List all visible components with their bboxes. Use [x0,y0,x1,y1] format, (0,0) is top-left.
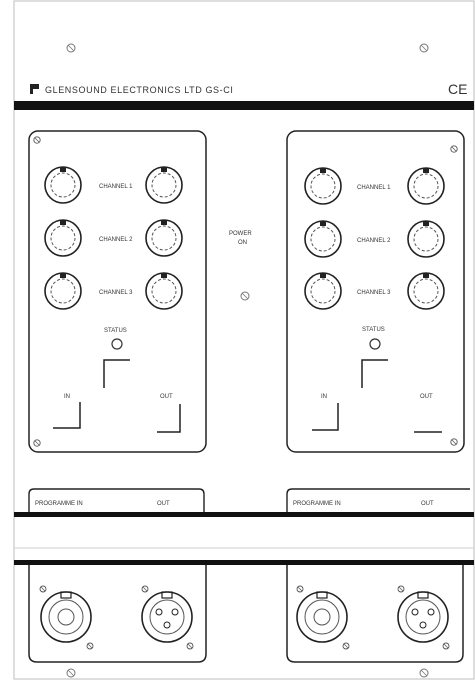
lower-divider-2 [14,560,474,565]
screw-icon [39,585,47,593]
left-out-bracket [157,404,181,433]
xlr-connector-icon [397,591,449,643]
right-in-bracket [312,403,339,431]
right-lower-label-1: PROGRAMME IN [293,501,341,507]
center-sublabel: ON [238,240,247,246]
screw-icon [296,585,304,593]
xlr-connector-icon [407,220,445,258]
left-row-3-label: CHANNEL 3 [99,290,133,296]
right-in-label: IN [321,394,327,400]
right-status-label: STATUS [362,327,385,333]
maker-label: GLENSOUND ELECTRONICS LTD GS-CI [45,85,233,95]
left-lower-label-2: OUT [157,501,170,507]
right-bottom-frame [286,565,464,663]
xlr-connector-icon [145,219,183,257]
screw-icon [86,642,94,650]
screw-icon [186,642,194,650]
screw-icon [419,668,429,678]
screw-icon [141,585,149,593]
screw-icon [66,668,76,678]
xlr-connector-icon [145,166,183,204]
xlr-connector-icon [141,591,193,643]
xlr-connector-icon [145,272,183,310]
left-in-label: IN [64,394,70,400]
right-bottom-module [286,565,464,663]
left-module: CHANNEL 1 CHANNEL 2 CHANNEL 3 STATUS IN … [28,130,207,453]
left-row-2-label: CHANNEL 2 [99,237,133,243]
screw-icon [33,136,41,144]
screw-icon [33,439,41,447]
screw-icon [66,43,76,53]
left-status-label: STATUS [104,328,127,334]
xlr-connector-icon [44,166,82,204]
left-bottom-module [28,565,207,663]
top-divider-bar [14,101,474,110]
xlr-connector-icon [304,272,342,310]
xlr-connector-icon [40,591,92,643]
screw-icon [442,642,450,650]
screw-icon [397,585,405,593]
screw-icon [419,43,429,53]
ground-icon [240,291,250,301]
screw-icon [450,438,458,446]
front-panel-drawing: GLENSOUND ELECTRONICS LTD GS-CI CE CHANN… [0,0,475,681]
left-lower-label-1: PROGRAMME IN [35,501,83,507]
xlr-connector-icon [407,272,445,310]
right-module: CHANNEL 1 CHANNEL 2 CHANNEL 3 STATUS IN … [286,130,465,453]
right-row-3-label: CHANNEL 3 [357,290,391,296]
center-label: POWER [229,231,252,237]
right-wiring-line [361,359,388,388]
xlr-connector-icon [296,591,348,643]
ce-mark: CE [448,81,467,97]
left-bottom-frame [28,565,207,663]
xlr-connector-icon [304,220,342,258]
left-wiring-line [103,359,130,388]
right-row-2-label: CHANNEL 2 [357,238,391,244]
xlr-connector-icon [407,167,445,205]
screw-icon [450,145,458,153]
xlr-connector-icon [44,219,82,257]
flag-icon [30,84,39,94]
right-lower-label-2: OUT [421,501,434,507]
left-row-1-label: CHANNEL 1 [99,184,133,190]
left-out-label: OUT [160,394,173,400]
right-row-1-label: CHANNEL 1 [357,185,391,191]
xlr-connector-icon [44,272,82,310]
left-status-led [111,338,123,350]
right-out-label: OUT [420,394,433,400]
left-in-bracket [53,402,81,429]
xlr-connector-icon [304,167,342,205]
screw-icon [342,642,350,650]
right-status-led [369,338,381,350]
lower-divider-1 [14,512,474,517]
panel-svg: GLENSOUND ELECTRONICS LTD GS-CI CE CHANN… [13,0,475,680]
